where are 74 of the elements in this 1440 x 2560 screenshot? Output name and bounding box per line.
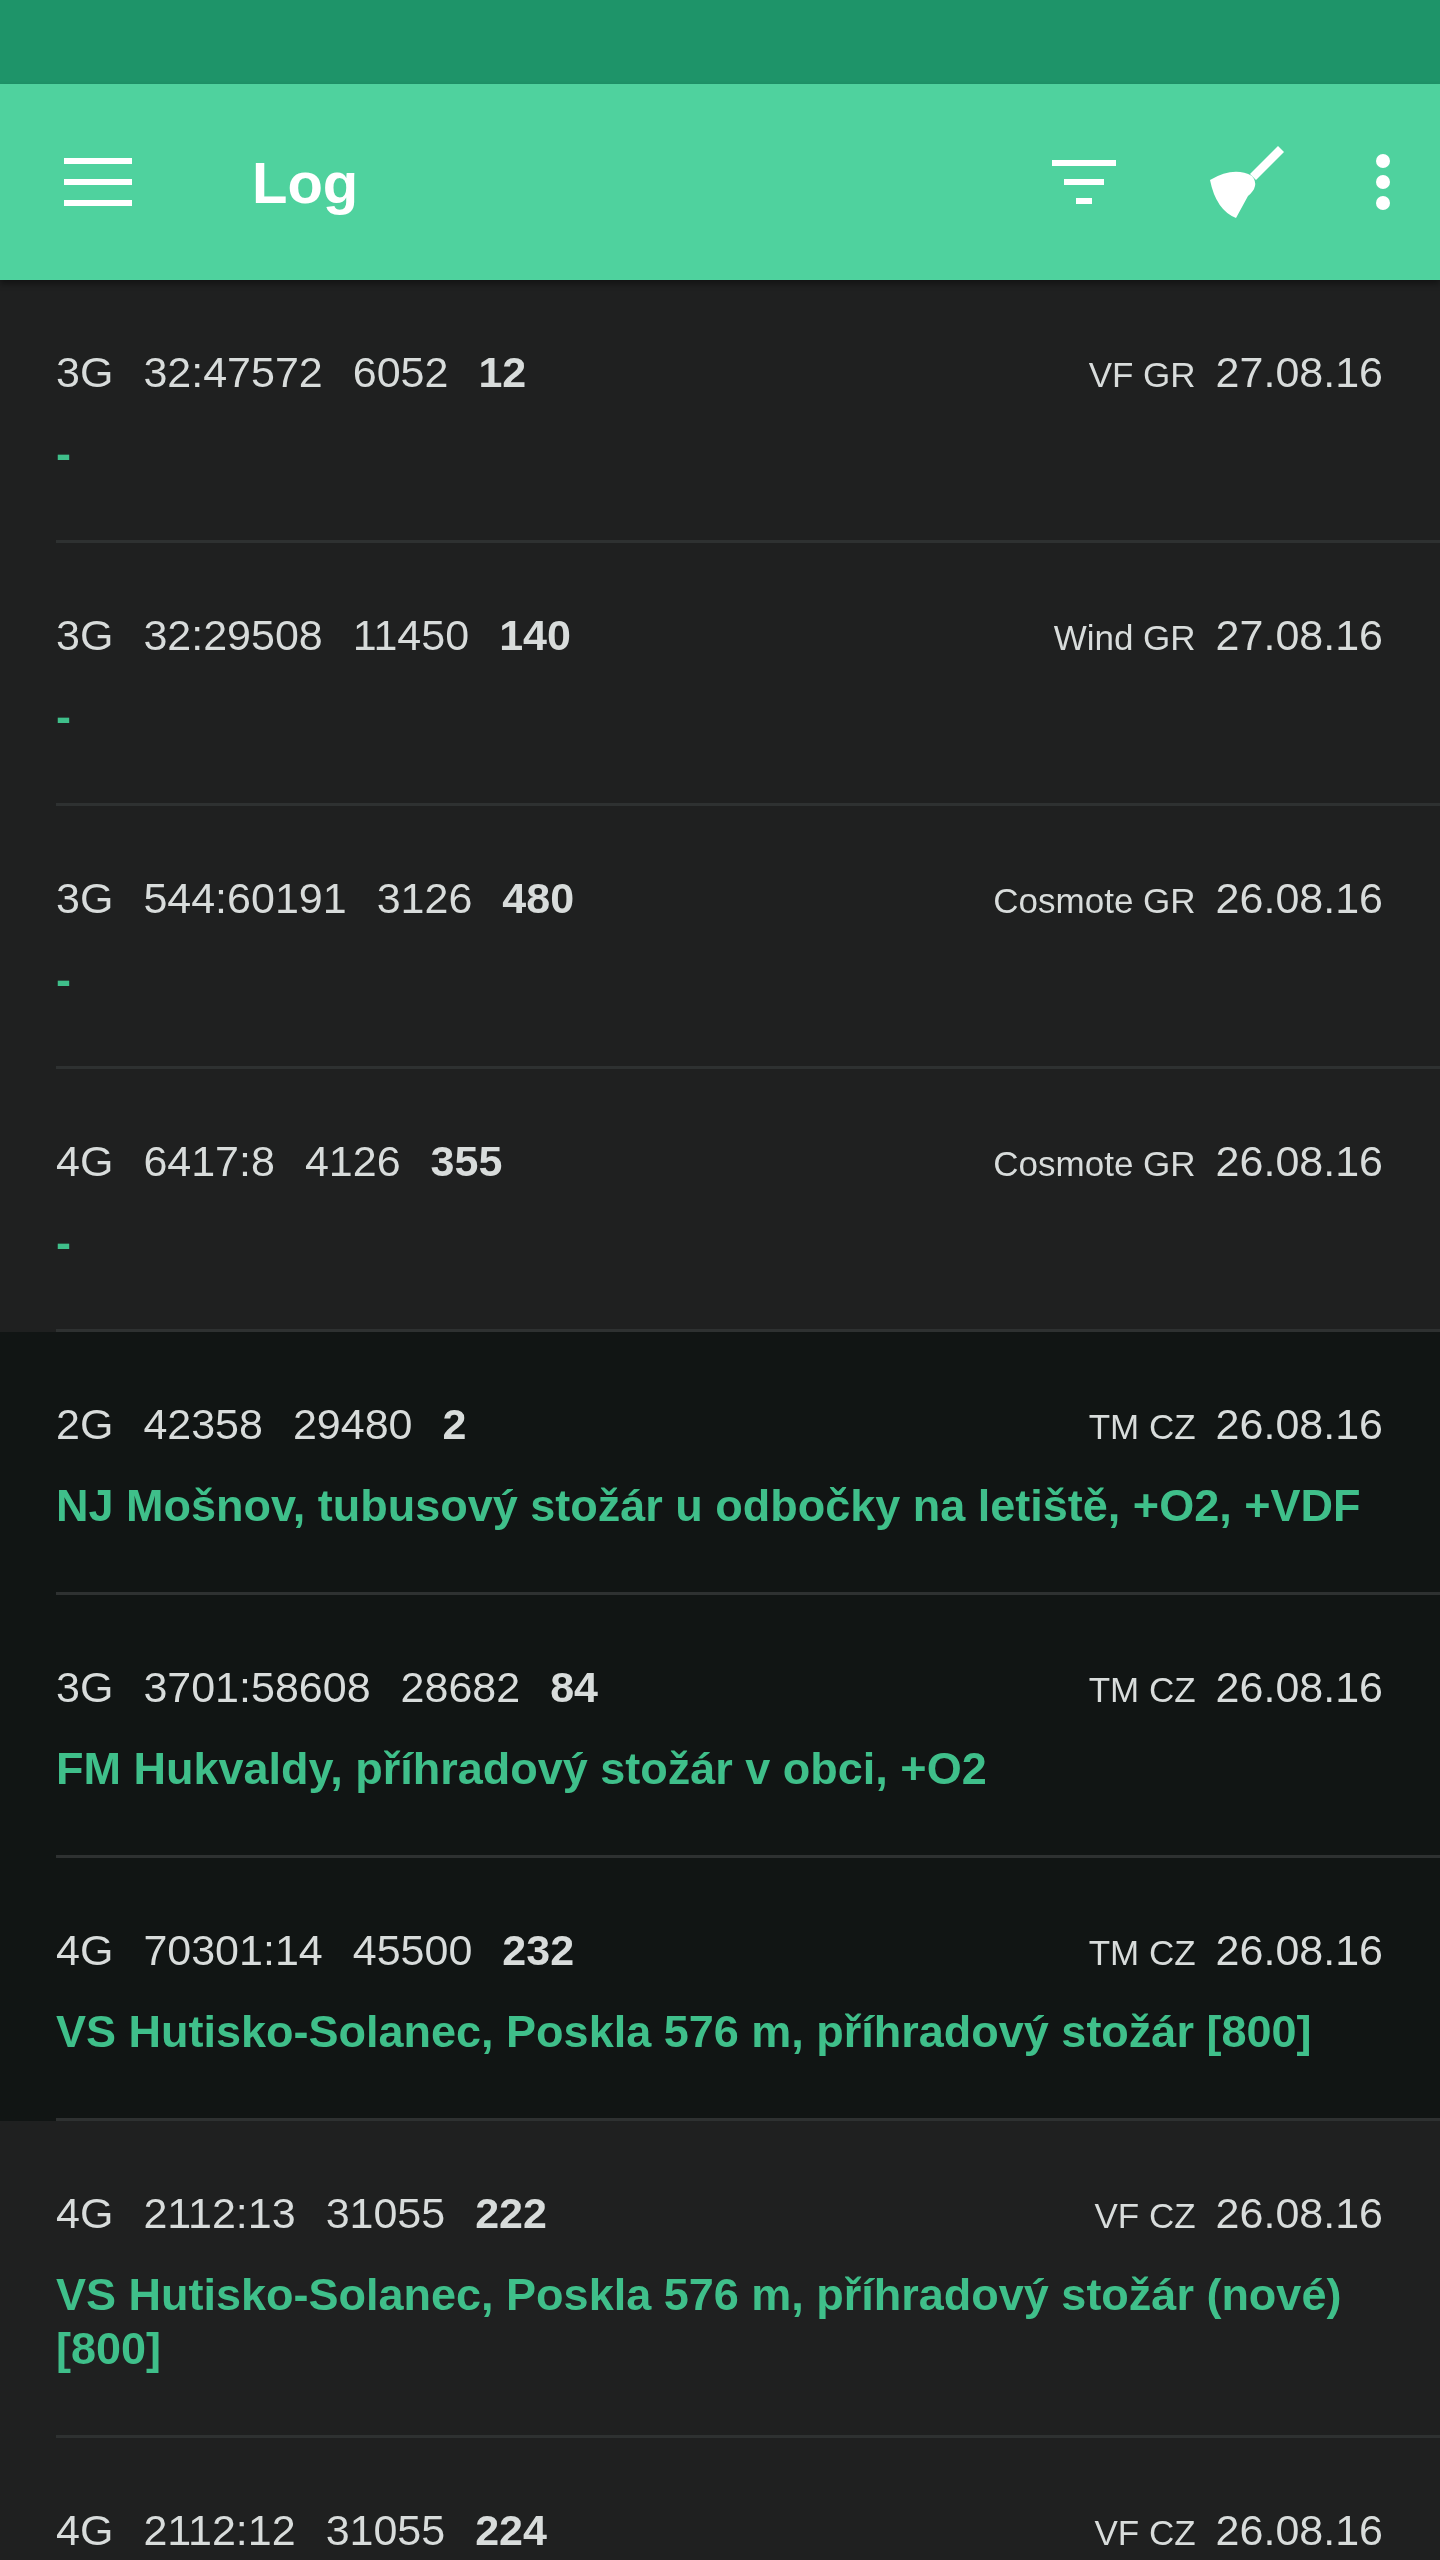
area-code: 28682 [400,1662,521,1713]
signal-value: 480 [502,873,575,924]
log-entry[interactable]: 4G 70301:14 45500 232 TM CZ 26.08.16 VS Hutisko-Solanec, Poskla 576 m, příhradový stožár [800] [0,1858,1440,2121]
cell-id: 2112:12 [143,2505,296,2556]
site-description: - [56,690,72,744]
area-code: 31055 [325,2188,446,2239]
network-type: 4G [56,2505,114,2556]
log-entry[interactable]: 3G 32:29508 11450 140 Wind GR 27.08.16 - [0,543,1440,806]
log-entry[interactable]: 4G 2112:13 31055 222 VF CZ 26.08.16 VS Hutisko-Solanec, Poskla 576 m, příhradový stožár (nové) [800] [0,2121,1440,2438]
network-type: 4G [56,1136,114,1187]
site-description: - [56,427,72,481]
operator-name: VF GR [1088,354,1196,396]
entry-date: 26.08.16 [1215,2188,1383,2239]
operator-name: TM CZ [1088,1669,1196,1711]
filter-icon[interactable] [1052,160,1116,204]
area-code: 45500 [352,1925,473,1976]
signal-value: 355 [430,1136,503,1187]
cell-id: 3701:58608 [143,1662,371,1713]
signal-value: 84 [550,1662,598,1713]
operator-name: VF CZ [1094,2512,1196,2554]
log-entry[interactable]: 2G 42358 29480 2 TM CZ 26.08.16 NJ Mošnov, tubusový stožár u odbočky na letiště, +O2, +VDF [0,1332,1440,1595]
entry-date: 27.08.16 [1215,347,1383,398]
cell-id: 2112:13 [143,2188,296,2239]
site-description: - [56,953,72,1007]
network-type: 3G [56,347,114,398]
log-entry[interactable]: 4G 6417:8 4126 355 Cosmote GR 26.08.16 - [0,1069,1440,1332]
entry-date: 26.08.16 [1215,1662,1383,1713]
network-type: 3G [56,1662,114,1713]
operator-name: Cosmote GR [993,880,1196,922]
area-code: 4126 [304,1136,401,1187]
site-description: NJ Mošnov, tubusový stožár u odbočky na letiště, +O2, +VDF [56,1479,1362,1533]
area-code: 29480 [292,1399,413,1450]
site-description: FM Hukvaldy, příhradový stožár v obci, +O2 [56,1742,988,1796]
network-type: 4G [56,2188,114,2239]
log-entry[interactable]: 3G 3701:58608 28682 84 TM CZ 26.08.16 FM Hukvaldy, příhradový stožár v obci, +O2 [0,1595,1440,1858]
site-description: VS Hutisko-Solanec, Poskla 576 m, příhradový stožár [800] [56,2005,1313,2059]
entry-date: 26.08.16 [1215,873,1383,924]
network-type: 3G [56,610,114,661]
log-entry[interactable]: 3G 32:47572 6052 12 VF GR 27.08.16 - [0,280,1440,543]
more-options-icon[interactable] [1376,154,1390,210]
entry-date: 26.08.16 [1215,1925,1383,1976]
area-code: 11450 [352,610,470,661]
signal-value: 12 [478,347,527,398]
log-entry[interactable]: 3G 544:60191 3126 480 Cosmote GR 26.08.16 - [0,806,1440,1069]
entry-date: 26.08.16 [1215,1399,1383,1450]
area-code: 6052 [352,347,449,398]
network-type: 2G [56,1399,114,1450]
entry-date: 26.08.16 [1215,1136,1383,1187]
operator-name: Wind GR [1053,617,1196,659]
site-description: - [56,1216,72,1270]
cell-id: 70301:14 [143,1925,323,1976]
network-type: 4G [56,1925,114,1976]
site-description: VS Hutisko-Solanec, Poskla 576 m, příhradový stožár (nové) [800] [56,2268,1343,2376]
area-code: 31055 [325,2505,446,2556]
operator-name: VF CZ [1094,2195,1196,2237]
cell-id: 32:29508 [143,610,323,661]
operator-name: Cosmote GR [993,1143,1196,1185]
cell-id: 544:60191 [143,873,347,924]
screen-title: Log [252,148,360,216]
network-type: 3G [56,873,114,924]
entry-date: 26.08.16 [1215,2505,1383,2556]
cell-id: 6417:8 [143,1136,275,1187]
area-code: 3126 [376,873,473,924]
signal-value: 224 [475,2505,547,2556]
signal-value: 2 [442,1399,467,1450]
signal-value: 222 [475,2188,547,2239]
cell-id: 42358 [143,1399,263,1450]
menu-icon[interactable] [64,158,132,206]
cell-id: 32:47572 [143,347,323,398]
entry-date: 27.08.16 [1215,610,1383,661]
signal-value: 140 [499,610,571,661]
operator-name: TM CZ [1088,1406,1196,1448]
operator-name: TM CZ [1088,1932,1196,1974]
signal-value: 232 [502,1925,575,1976]
